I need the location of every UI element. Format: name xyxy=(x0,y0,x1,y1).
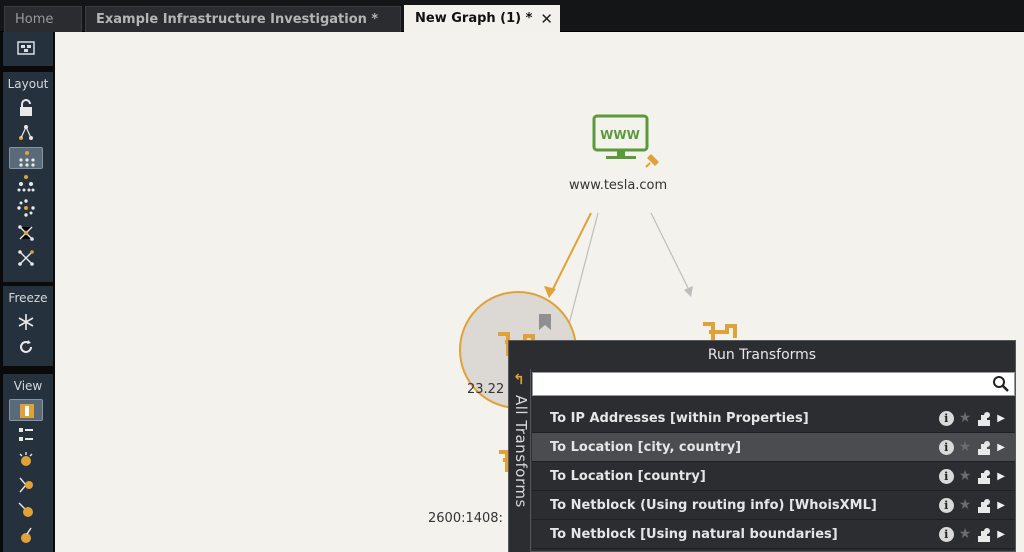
star-icon[interactable]: ★ xyxy=(959,411,972,426)
layout-hierarchical-button[interactable] xyxy=(9,147,43,169)
edge-to-ip-right[interactable] xyxy=(650,212,691,293)
refresh-button[interactable] xyxy=(9,336,43,358)
toolbar-group-view: View xyxy=(3,374,53,552)
left-toolbar: Layout Freeze View xyxy=(0,32,55,552)
block-layout-icon xyxy=(19,125,33,140)
info-icon[interactable]: i xyxy=(938,469,954,484)
settings-icon[interactable] xyxy=(976,411,992,427)
transform-item-to-location-city-country[interactable]: To Location [city, country] i ★ ▶ xyxy=(532,433,1015,462)
freeze-title: Freeze xyxy=(8,291,48,305)
view-graph-button[interactable] xyxy=(9,399,43,421)
star-icon[interactable]: ★ xyxy=(959,440,972,455)
ranked-view-icon xyxy=(19,452,33,466)
run-transforms-title: Run Transforms xyxy=(509,341,1015,369)
select-icon xyxy=(17,41,35,55)
run-arrow-icon[interactable]: ▶ xyxy=(997,462,1005,491)
list-view-icon xyxy=(19,428,33,441)
all-transforms-tab[interactable]: ↰ All Transforms xyxy=(509,369,531,552)
organic-layout-icon xyxy=(18,225,34,241)
toolbar-group-top xyxy=(3,32,53,66)
close-icon[interactable]: ✕ xyxy=(540,6,553,32)
back-arrow-icon[interactable]: ↰ xyxy=(513,372,525,388)
run-arrow-icon[interactable]: ▶ xyxy=(997,433,1005,462)
settings-icon[interactable] xyxy=(976,498,992,514)
freeze-button[interactable] xyxy=(9,311,43,333)
lock-icon xyxy=(20,99,32,116)
node-label-ipv6[interactable]: 2600:1408: xyxy=(428,511,503,526)
transform-item-to-netblock-natural[interactable]: To Netblock [Using natural boundaries] i… xyxy=(532,520,1015,549)
star-icon[interactable]: ★ xyxy=(959,527,972,542)
tab-new-graph-label: New Graph (1) * xyxy=(415,11,533,26)
layout-organic-button[interactable] xyxy=(9,222,43,244)
transform-item-to-ip-addresses[interactable]: To IP Addresses [within Properties] i ★ … xyxy=(532,404,1015,433)
info-icon[interactable]: i xyxy=(938,498,954,513)
entity-view-icon xyxy=(18,502,33,517)
transform-label: To Location [country] xyxy=(550,469,706,484)
layout-lock-button[interactable] xyxy=(9,97,43,119)
info-icon[interactable]: i xyxy=(938,411,954,426)
tab-example-infrastructure-investigation[interactable]: Example Infrastructure Investigation * xyxy=(85,6,401,32)
star-icon[interactable]: ★ xyxy=(959,498,972,513)
star-icon[interactable]: ★ xyxy=(959,469,972,484)
view-title: View xyxy=(13,379,43,393)
view-list-button[interactable] xyxy=(9,424,43,446)
edge-selected[interactable] xyxy=(550,212,592,294)
svg-text:WWW: WWW xyxy=(600,128,640,142)
transform-list: To IP Addresses [within Properties] i ★ … xyxy=(532,404,1015,549)
run-arrow-icon[interactable]: ▶ xyxy=(997,404,1005,433)
transform-item-to-netblock-routing[interactable]: To Netblock (Using routing info) [WhoisX… xyxy=(532,491,1015,520)
view-links-button[interactable] xyxy=(9,474,43,496)
info-icon[interactable]: i xyxy=(938,527,954,542)
links-view-icon xyxy=(19,477,33,493)
settings-icon[interactable] xyxy=(976,440,992,456)
search-icon[interactable] xyxy=(992,375,1010,393)
toolbar-group-freeze: Freeze xyxy=(3,286,53,366)
pin-icon xyxy=(645,154,659,168)
transform-label: To Netblock [Using natural boundaries] xyxy=(550,527,838,542)
graph-view-icon xyxy=(20,404,34,418)
circular-layout-icon xyxy=(17,199,35,217)
settings-icon[interactable] xyxy=(976,469,992,485)
all-transforms-label: All Transforms xyxy=(512,395,530,508)
hierarchical-layout-icon xyxy=(19,151,35,167)
interactive-layout-icon xyxy=(18,250,34,266)
info-icon[interactable]: i xyxy=(938,440,954,455)
transform-label: To Netblock (Using routing info) [WhoisX… xyxy=(550,498,877,513)
toolbar-group-layout: Layout xyxy=(3,72,53,282)
snowflake-icon xyxy=(18,314,34,330)
tree-layout-icon xyxy=(17,175,35,192)
layout-tree-button[interactable] xyxy=(9,172,43,194)
node-label-ip[interactable]: 23.22 xyxy=(467,382,504,397)
settings-icon[interactable] xyxy=(976,527,992,543)
select-button[interactable] xyxy=(9,38,43,60)
tab-home[interactable]: Home xyxy=(4,6,82,32)
layout-title: Layout xyxy=(7,77,49,91)
transform-search-input[interactable] xyxy=(532,372,1015,396)
transform-item-to-location-country[interactable]: To Location [country] i ★ ▶ xyxy=(532,462,1015,491)
layout-interactive-button[interactable] xyxy=(9,247,43,269)
transform-label: To IP Addresses [within Properties] xyxy=(550,411,809,426)
refresh-icon xyxy=(20,340,32,353)
node-label-website[interactable]: www.tesla.com xyxy=(569,178,667,193)
run-arrow-icon[interactable]: ▶ xyxy=(997,491,1005,520)
run-arrow-icon[interactable]: ▶ xyxy=(997,520,1005,549)
website-icon[interactable]: WWW xyxy=(592,114,649,159)
run-transforms-panel: Run Transforms ↰ All Transforms To IP Ad… xyxy=(508,340,1016,552)
view-entity-button[interactable] xyxy=(9,499,43,521)
layout-circular-button[interactable] xyxy=(9,197,43,219)
tab-bar: Home Example Infrastructure Investigatio… xyxy=(0,0,1024,32)
tab-new-graph[interactable]: New Graph (1) * ✕ xyxy=(404,5,560,32)
view-more-button[interactable] xyxy=(9,524,43,546)
more-view-icon xyxy=(21,527,32,543)
transform-label: To Location [city, country] xyxy=(550,440,742,455)
layout-block-button[interactable] xyxy=(9,122,43,144)
view-ranked-button[interactable] xyxy=(9,449,43,471)
